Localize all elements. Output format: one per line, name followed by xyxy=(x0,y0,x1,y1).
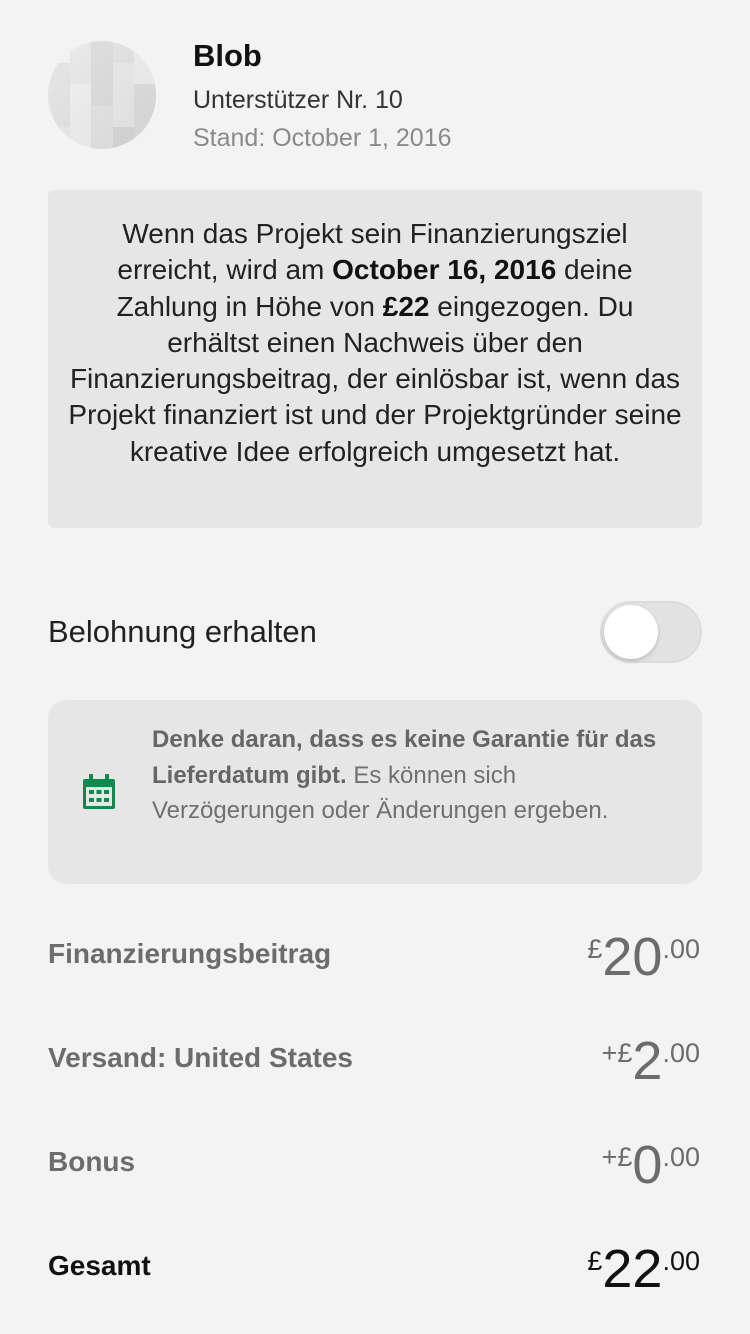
shipping-currency: +£ xyxy=(601,1038,633,1068)
pledge-amount-dec: .00 xyxy=(662,934,700,964)
as-of-date: Stand: October 1, 2016 xyxy=(193,124,452,152)
reward-toggle-label: Belohnung erhalten xyxy=(48,614,317,649)
delivery-note-text: Denke daran, dass es keine Garantie für … xyxy=(152,722,682,829)
reward-toggle[interactable] xyxy=(600,601,702,663)
pledge-label: Finanzierungsbeitrag xyxy=(48,938,332,969)
bonus-amount: +£ 0.00 xyxy=(602,1136,700,1192)
calendar-icon xyxy=(83,774,115,809)
avatar xyxy=(48,41,156,149)
pledge-info-box: Wenn das Projekt sein Finanzierungsziel … xyxy=(48,190,702,528)
total-amount-dec: .00 xyxy=(662,1246,700,1276)
pledge-amount-int: 20 xyxy=(602,927,663,987)
info-charge-date: October 16, 2016 xyxy=(332,254,557,286)
bonus-label: Bonus xyxy=(48,1146,136,1177)
backer-number: Unterstützer Nr. 10 xyxy=(193,86,403,114)
pledge-amount: £20.00 xyxy=(587,928,700,984)
shipping-amount: +£ 2.00 xyxy=(602,1032,700,1088)
bonus-currency: +£ xyxy=(601,1142,633,1172)
info-charge-amount: £22 xyxy=(382,290,430,322)
total-currency: £ xyxy=(587,1246,603,1276)
backer-name: Blob xyxy=(193,38,262,73)
shipping-label: Versand: United States xyxy=(48,1042,353,1073)
bonus-amount-int: 0 xyxy=(632,1135,663,1195)
total-label: Gesamt xyxy=(48,1250,151,1281)
total-amount-int: 22 xyxy=(602,1239,663,1299)
shipping-amount-dec: .00 xyxy=(662,1038,700,1068)
toggle-knob xyxy=(604,605,658,659)
total-amount: £22.00 xyxy=(587,1240,700,1296)
shipping-amount-int: 2 xyxy=(632,1031,663,1091)
delivery-note-box: Denke daran, dass es keine Garantie für … xyxy=(48,700,702,884)
pledge-currency: £ xyxy=(587,934,603,964)
bonus-amount-dec: .00 xyxy=(662,1142,700,1172)
